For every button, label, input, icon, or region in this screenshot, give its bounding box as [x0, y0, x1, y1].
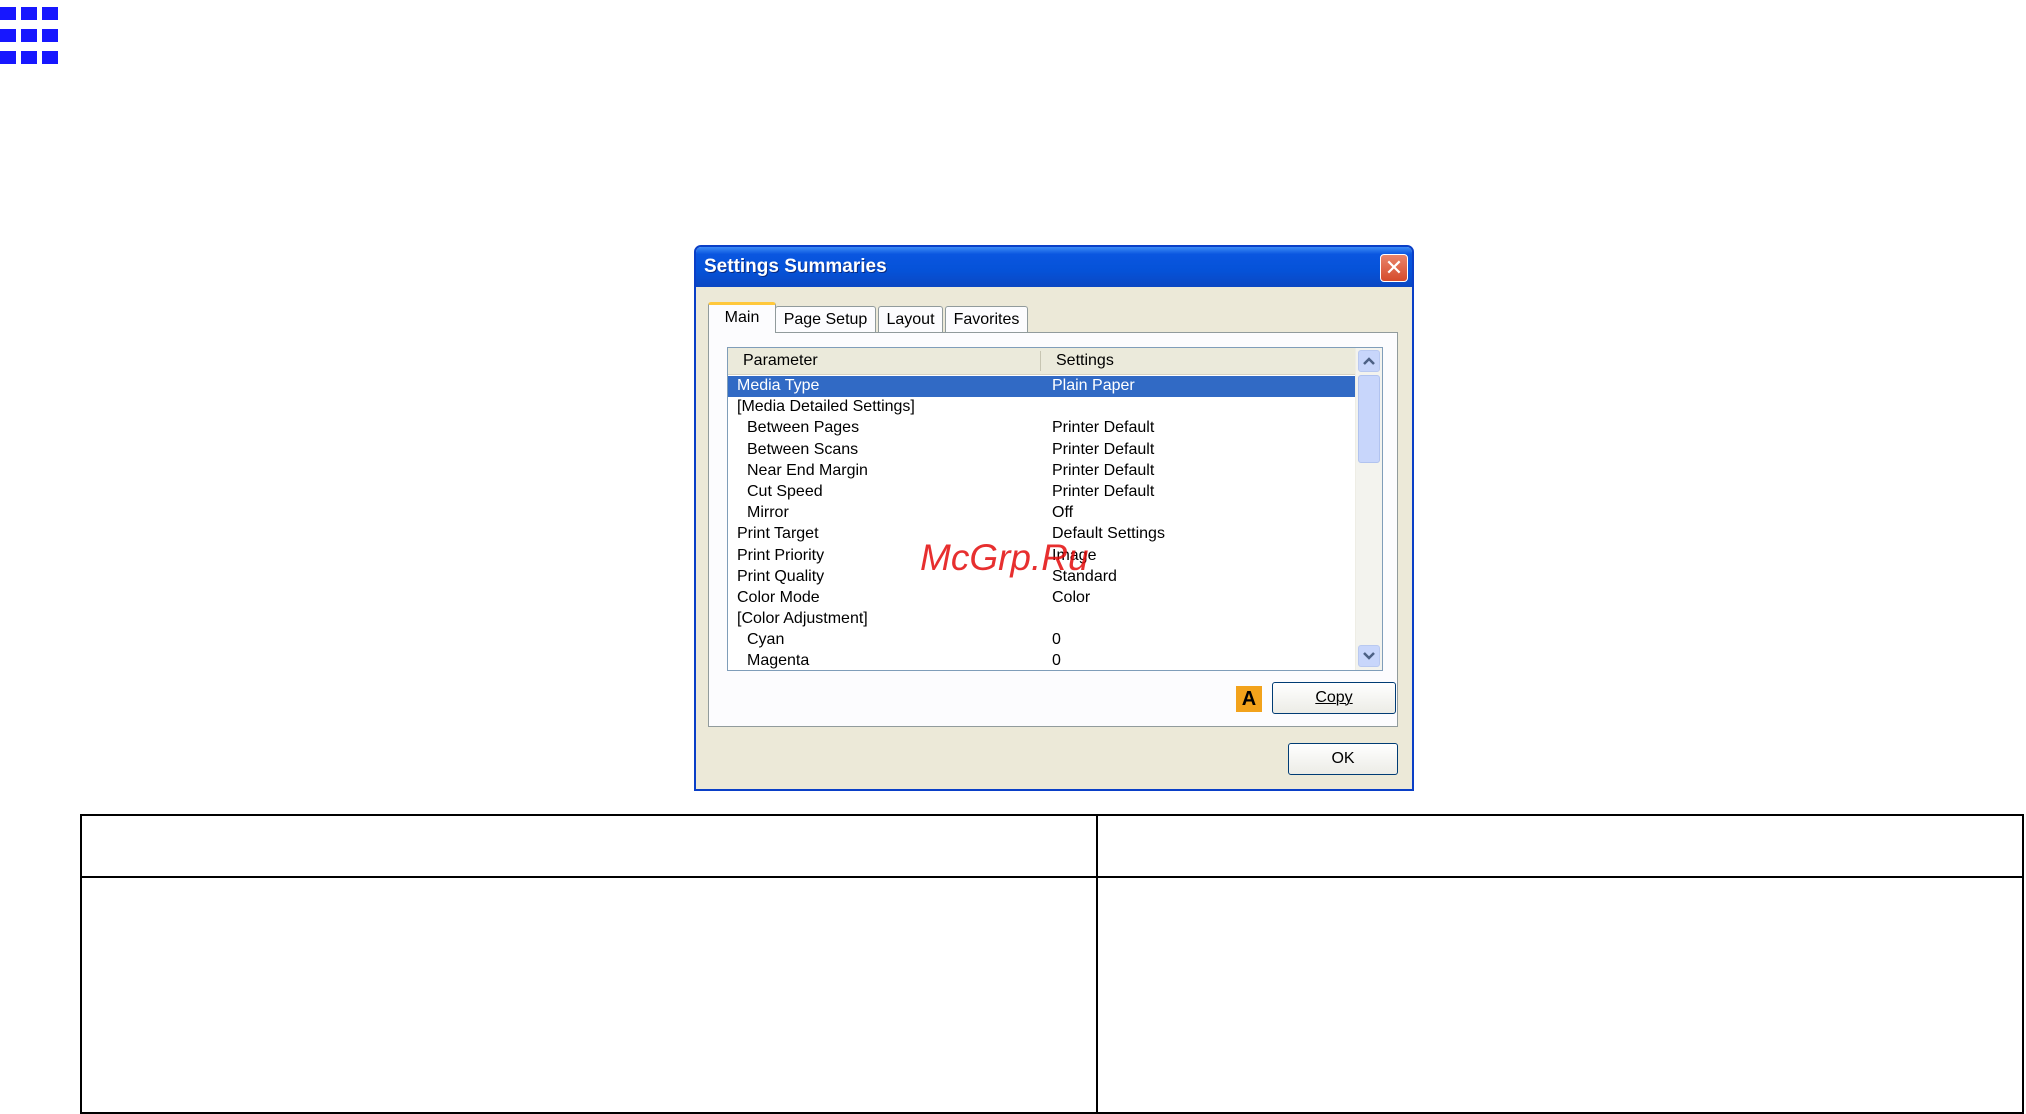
row-setting: Plain Paper — [1052, 377, 1135, 394]
settings-list[interactable]: Parameter Settings Media Type Plain Paper… — [727, 347, 1383, 671]
copy-button-label: Copy — [1315, 689, 1353, 706]
grid-icon — [0, 7, 58, 65]
tab-layout[interactable]: Layout — [878, 306, 943, 332]
close-button[interactable]: ✕ — [1380, 254, 1408, 282]
list-rows: Media Type Plain Paper [Media Detailed Se… — [728, 376, 1356, 670]
list-row[interactable]: [Media Detailed Settings] — [728, 397, 1356, 418]
row-setting: 0 — [1052, 631, 1061, 649]
list-row[interactable]: Mirror Off — [728, 503, 1356, 524]
row-setting: Printer Default — [1052, 461, 1155, 479]
row-parameter: [Color Adjustment] — [737, 610, 868, 628]
row-parameter: Mirror — [747, 504, 789, 522]
callout-marker-a: A — [1236, 686, 1262, 712]
row-parameter: Cut Speed — [747, 482, 823, 500]
ok-button[interactable]: OK — [1288, 743, 1398, 775]
column-divider[interactable] — [1040, 351, 1041, 371]
chevron-down-icon — [1363, 652, 1375, 660]
list-row[interactable]: Magenta 0 — [728, 651, 1356, 670]
row-setting: Printer Default — [1052, 440, 1155, 458]
list-header: Parameter Settings — [728, 348, 1356, 375]
row-parameter: Media Type — [737, 377, 820, 394]
list-row[interactable]: Cyan 0 — [728, 630, 1356, 651]
copy-button[interactable]: Copy — [1272, 682, 1396, 714]
row-parameter: Print Target — [737, 525, 819, 543]
table-header-divider — [82, 876, 2022, 878]
list-row[interactable]: Color Mode Color — [728, 588, 1356, 609]
row-parameter: Between Pages — [747, 419, 860, 437]
row-setting: 0 — [1052, 652, 1061, 670]
row-setting: Printer Default — [1052, 482, 1155, 500]
list-row[interactable]: Media Type Plain Paper — [728, 376, 1356, 398]
table-column-divider — [1096, 816, 1098, 1112]
row-setting: Printer Default — [1052, 419, 1155, 437]
vertical-scrollbar[interactable] — [1355, 348, 1382, 670]
tab-favorites[interactable]: Favorites — [945, 306, 1028, 332]
chevron-up-icon — [1363, 357, 1375, 365]
tab-page-setup[interactable]: Page Setup — [775, 306, 876, 332]
list-row[interactable]: Cut Speed Printer Default — [728, 482, 1356, 503]
scroll-up-button[interactable] — [1358, 350, 1380, 372]
scroll-down-button[interactable] — [1358, 645, 1380, 667]
description-table — [80, 814, 2024, 1114]
tab-main[interactable]: Main — [708, 302, 776, 333]
row-parameter: Between Scans — [747, 440, 859, 458]
list-row[interactable]: Between Pages Printer Default — [728, 418, 1356, 439]
list-row[interactable]: Between Scans Printer Default — [728, 440, 1356, 461]
main-tab-panel: Parameter Settings Media Type Plain Paper… — [708, 332, 1398, 727]
row-parameter: Print Quality — [737, 567, 825, 585]
watermark-text: McGrp.Ru — [920, 537, 1089, 578]
row-parameter: [Media Detailed Settings] — [737, 398, 915, 416]
dialog-title: Settings Summaries — [704, 256, 887, 277]
row-parameter: Magenta — [747, 652, 810, 670]
row-setting: Off — [1052, 504, 1074, 522]
column-header-parameter[interactable]: Parameter — [743, 348, 818, 374]
row-setting: Color — [1052, 588, 1091, 606]
list-row[interactable]: [Color Adjustment] — [728, 609, 1356, 630]
scroll-thumb[interactable] — [1358, 375, 1380, 463]
settings-summaries-dialog: Settings Summaries ✕ Main Page Setup Lay… — [694, 245, 1414, 791]
row-parameter: Print Priority — [737, 546, 825, 564]
row-parameter: Near End Margin — [747, 461, 868, 479]
list-row[interactable]: Near End Margin Printer Default — [728, 461, 1356, 482]
row-parameter: Cyan — [747, 631, 785, 649]
close-icon: ✕ — [1384, 255, 1404, 280]
column-header-settings[interactable]: Settings — [1056, 348, 1114, 374]
row-parameter: Color Mode — [737, 588, 820, 606]
dialog-titlebar[interactable]: Settings Summaries ✕ — [696, 247, 1412, 287]
